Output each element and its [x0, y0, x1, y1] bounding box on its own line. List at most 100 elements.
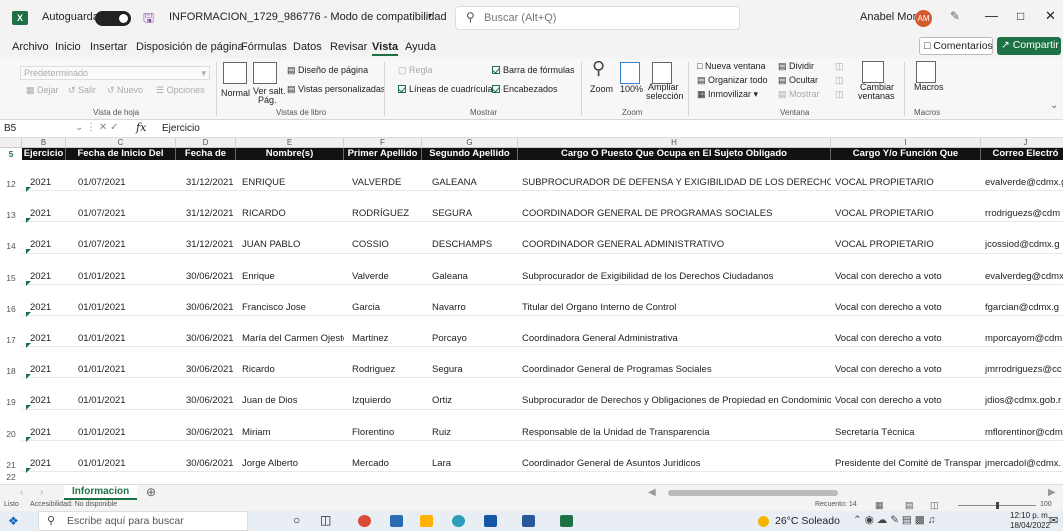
menu-vista[interactable]: Vista — [372, 41, 399, 56]
notifications-icon[interactable]: ✉ — [1049, 514, 1058, 527]
table-cell[interactable]: 31/12/2021 — [186, 177, 234, 188]
exit-button[interactable]: ↺ Salir — [68, 85, 96, 96]
table-cell[interactable]: mflorentinor@cdm — [985, 427, 1063, 438]
table-cell[interactable]: Martinez — [352, 333, 388, 344]
column-header[interactable]: H — [518, 138, 831, 148]
table-cell[interactable]: Florentino — [352, 427, 394, 438]
table-cell[interactable]: jmrrodriguezs@cc — [985, 364, 1062, 375]
table-cell[interactable]: Ruiz — [432, 427, 451, 438]
table-cell[interactable]: JUAN PABLO — [242, 239, 300, 250]
zoom-percent[interactable]: 100 — [1040, 501, 1052, 508]
custom-views-button[interactable]: ▤ Vistas personalizadas — [287, 84, 385, 95]
clock-date[interactable]: 18/04/2022 — [1010, 521, 1050, 530]
table-cell[interactable]: COORDINADOR GENERAL DE PROGRAMAS SOCIALE… — [522, 208, 772, 219]
arrange-all-button[interactable]: ▤ Organizar todo — [697, 75, 768, 86]
table-cell[interactable]: DESCHAMPS — [432, 239, 492, 250]
sync-scroll-icon[interactable]: ◫ — [835, 75, 844, 86]
table-cell[interactable]: Porcayo — [432, 333, 467, 344]
table-cell[interactable]: 01/01/2021 — [78, 395, 126, 406]
minimize-icon[interactable]: — — [985, 8, 998, 23]
table-cell[interactable]: Presidente del Comité de Transparer — [835, 458, 981, 469]
zoom-100-icon[interactable] — [620, 62, 640, 84]
table-cell[interactable]: Titular del Organo Interno de Control — [522, 302, 676, 313]
row-header[interactable]: 18 — [0, 366, 22, 376]
header-cell[interactable]: Fecha de — [176, 148, 236, 160]
table-cell[interactable]: 30/06/2021 — [186, 333, 234, 344]
normal-view-status-icon[interactable]: ▦ — [875, 500, 884, 511]
row-header[interactable]: 20 — [0, 429, 22, 439]
header-cell[interactable]: Fecha de Inicio Del — [66, 148, 176, 160]
table-cell[interactable]: ENRIQUE — [242, 177, 285, 188]
table-cell[interactable]: 01/07/2021 — [78, 239, 126, 250]
table-cell[interactable]: 2021 — [30, 333, 51, 344]
table-cell[interactable]: Vocal con derecho a voto — [835, 364, 942, 375]
table-cell[interactable]: evalverde@cdmx.g — [985, 177, 1063, 188]
normal-view-icon[interactable] — [223, 62, 247, 84]
header-cell[interactable]: Cargo Y/o Función Que — [831, 148, 981, 160]
gridlines-checkbox[interactable]: Líneas de cuadrícula — [398, 84, 493, 94]
edge-icon[interactable] — [452, 515, 465, 527]
unhide-button[interactable]: ▤ Mostrar — [778, 89, 820, 100]
table-cell[interactable]: 2021 — [30, 208, 51, 219]
table-cell[interactable]: Secretaría Técnica — [835, 427, 915, 438]
tab-informacion[interactable]: Informacion — [64, 485, 138, 500]
row-header[interactable]: 19 — [0, 397, 22, 407]
column-header[interactable]: J — [981, 138, 1063, 148]
table-cell[interactable]: Enrique — [242, 271, 275, 282]
column-header[interactable]: G — [422, 138, 518, 148]
row-header[interactable]: 5 — [0, 149, 22, 159]
word-icon[interactable] — [522, 515, 535, 527]
table-cell[interactable]: Navarro — [432, 302, 466, 313]
table-cell[interactable]: 01/01/2021 — [78, 427, 126, 438]
new-window-button[interactable]: □ Nueva ventana — [697, 61, 765, 71]
table-cell[interactable]: Ricardo — [242, 364, 275, 375]
options-button[interactable]: ☰ Opciones — [156, 85, 205, 96]
table-cell[interactable]: Izquierdo — [352, 395, 391, 406]
table-cell[interactable]: 2021 — [30, 427, 51, 438]
add-sheet-icon[interactable]: ⊕ — [146, 485, 156, 499]
menu-inicio[interactable]: Inicio — [55, 41, 81, 53]
column-header[interactable]: B — [22, 138, 66, 148]
switch-windows-icon[interactable] — [862, 61, 884, 83]
table-cell[interactable]: Coordinadora General Administrativa — [522, 333, 678, 344]
table-cell[interactable]: COORDINADOR GENERAL ADMINISTRATIVO — [522, 239, 724, 250]
save-icon[interactable]: 🖫 — [143, 9, 154, 31]
table-cell[interactable]: 2021 — [30, 177, 51, 188]
column-header[interactable]: E — [236, 138, 344, 148]
split-button[interactable]: ▤ Dividir — [778, 61, 814, 72]
column-header[interactable]: D — [176, 138, 236, 148]
windows-start-icon[interactable]: ❖ — [8, 514, 19, 528]
accessibility-status[interactable]: Accesibilidad: No disponible — [30, 501, 117, 508]
column-header[interactable]: I — [831, 138, 981, 148]
chrome-icon[interactable] — [358, 515, 371, 527]
store-icon[interactable] — [390, 515, 403, 527]
table-cell[interactable]: 2021 — [30, 239, 51, 250]
table-cell[interactable]: 2021 — [30, 302, 51, 313]
autosave-toggle[interactable] — [95, 11, 131, 26]
table-cell[interactable]: RICARDO — [242, 208, 286, 219]
table-cell[interactable]: Coordinador General de Programas Sociale… — [522, 364, 712, 375]
table-cell[interactable]: Subprocurador de Derechos y Obligaciones… — [522, 395, 831, 406]
headings-checkbox[interactable]: Encabezados — [492, 84, 558, 94]
table-cell[interactable]: Juan de Dios — [242, 395, 297, 406]
select-all-corner[interactable] — [0, 138, 22, 148]
table-cell[interactable]: 30/06/2021 — [186, 427, 234, 438]
row-header[interactable]: 14 — [0, 241, 22, 251]
excel-taskbar-icon[interactable] — [560, 515, 573, 527]
table-cell[interactable]: jdios@cdmx.gob.r — [985, 395, 1061, 406]
restore-icon[interactable]: □ — [1017, 9, 1024, 23]
hscroll-right-icon[interactable]: ▶ — [1048, 487, 1056, 498]
table-cell[interactable]: RODRÍGUEZ — [352, 208, 409, 219]
table-cell[interactable]: 2021 — [30, 271, 51, 282]
cortana-icon[interactable]: ○ — [293, 513, 300, 527]
table-cell[interactable]: 30/06/2021 — [186, 364, 234, 375]
zoom-slider-thumb[interactable] — [996, 502, 999, 509]
table-cell[interactable]: Subprocurador de Exigibilidad de los Der… — [522, 271, 773, 282]
teams-icon[interactable] — [484, 515, 497, 527]
zoom-icon[interactable]: ⚲ — [592, 58, 605, 79]
table-cell[interactable]: VOCAL PROPIETARIO — [835, 239, 934, 250]
clock-time[interactable]: 12:10 p. m. — [1010, 511, 1050, 520]
menu-datos[interactable]: Datos — [293, 41, 322, 53]
table-cell[interactable]: Vocal con derecho a voto — [835, 333, 942, 344]
row-header[interactable]: 17 — [0, 335, 22, 345]
